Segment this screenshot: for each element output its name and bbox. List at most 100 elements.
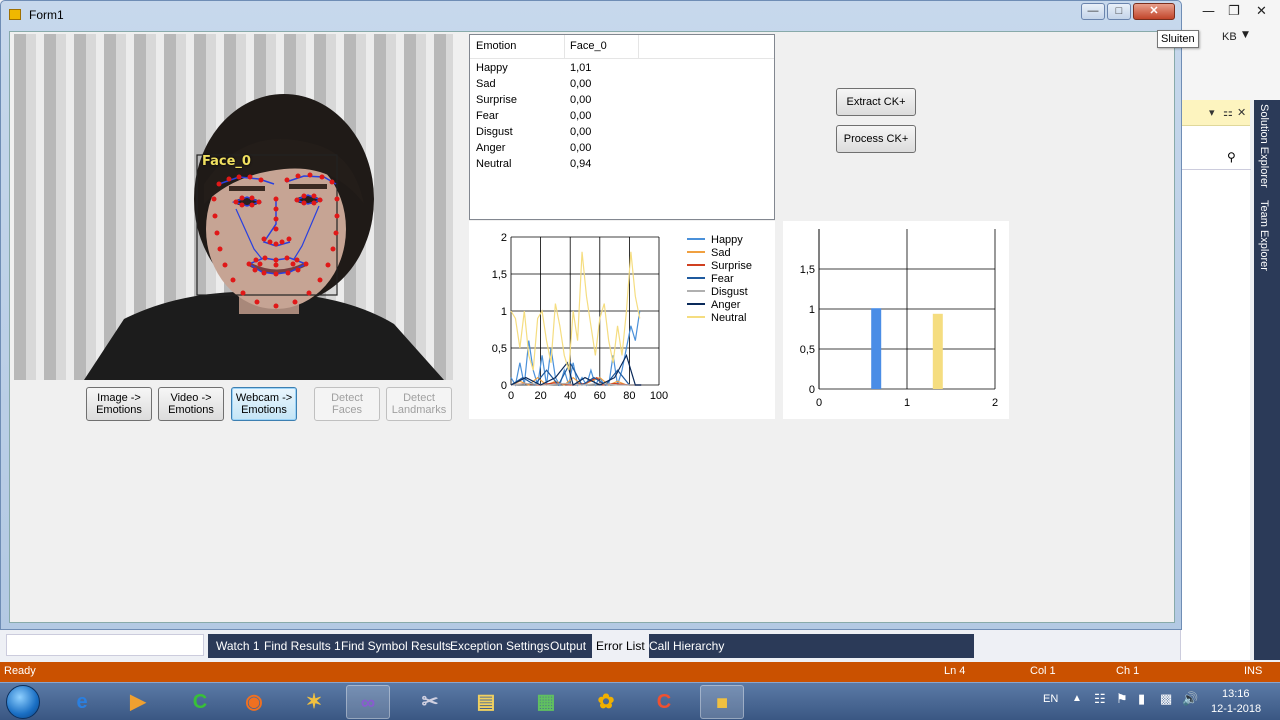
header-divider[interactable] (564, 35, 565, 59)
row-value: 0,00 (570, 126, 592, 138)
legend-label: Anger (711, 299, 741, 311)
form1-window: Form1 — □ ✕ Face_0 Image -> Emotions Vid… (0, 0, 1182, 630)
x-tick-label: 80 (623, 390, 635, 402)
side-tab-solution-explorer[interactable]: Solution Explorer (1258, 104, 1270, 188)
row-emotion: Anger (476, 142, 506, 154)
image-emotions-button[interactable]: Image -> Emotions (86, 387, 152, 421)
tab-output[interactable]: Output (546, 634, 590, 658)
form-title-bar[interactable]: Form1 — □ ✕ (1, 1, 1181, 29)
table-row[interactable]: Anger 0,00 (470, 141, 770, 157)
minimize-button[interactable]: — (1081, 3, 1105, 20)
extract-ck-button[interactable]: Extract CK+ (836, 88, 916, 116)
emotion-line-chart: 0 20 40 60 80 100 0 0,5 1 1,5 2 Happy Sad Surprise Fea… (469, 221, 775, 419)
vs-bottom-left-field[interactable] (6, 634, 204, 656)
pin-icon[interactable]: ⚏ (1223, 106, 1233, 119)
tab-error-list[interactable]: Error List (592, 634, 649, 658)
windows-taskbar: e ▶ C ◉ ✶ ∞ ✂ ▤ ▦ ✿ C ■ EN ▲ ☷ ⚑ ▮ ▩ 🔊 1… (0, 682, 1280, 720)
vs-close-icon[interactable]: ✕ (1256, 4, 1267, 19)
network-icon[interactable]: ☷ (1094, 691, 1106, 707)
form-app-taskbar-icon[interactable]: ■ (700, 685, 744, 719)
y-tick-label: 0,5 (800, 344, 815, 356)
table-row[interactable]: Happy 1,01 (470, 61, 770, 77)
panel-close-icon[interactable]: ✕ (1237, 106, 1246, 119)
camtasia-green-icon[interactable]: C (178, 685, 222, 719)
legend-label: Sad (711, 247, 731, 259)
spreadsheet-app-icon[interactable]: ▦ (524, 685, 568, 719)
vs-minimize-icon[interactable]: — (1202, 4, 1215, 19)
panel-dropdown-icon[interactable]: ▾ (1209, 106, 1215, 119)
signal-icon[interactable]: ▩ (1160, 691, 1172, 707)
tab-find-symbol-results[interactable]: Find Symbol Results (337, 634, 455, 658)
close-tooltip: Sluiten (1157, 30, 1199, 48)
process-ck-button[interactable]: Process CK+ (836, 125, 916, 153)
y-tick-label: 1,5 (492, 269, 507, 281)
y-tick-label: 2 (501, 232, 507, 244)
table-row[interactable]: Fear 0,00 (470, 109, 770, 125)
row-emotion: Surprise (476, 94, 517, 106)
volume-icon[interactable]: 🔊 (1182, 691, 1198, 707)
row-value: 0,00 (570, 110, 592, 122)
webcam-emotions-button[interactable]: Webcam -> Emotions (231, 387, 297, 421)
header-face-0[interactable]: Face_0 (570, 40, 607, 52)
status-col: Col 1 (1030, 665, 1056, 677)
detect-landmarks-button[interactable]: Detect Landmarks (386, 387, 452, 421)
y-tick-label: 1 (501, 306, 507, 318)
tab-call-hierarchy[interactable]: Call Hierarchy (645, 634, 728, 658)
file-explorer-icon[interactable]: ▤ (464, 685, 508, 719)
detect-faces-button[interactable]: Detect Faces (314, 387, 380, 421)
table-row[interactable]: Surprise 0,00 (470, 93, 770, 109)
table-row[interactable]: Sad 0,00 (470, 77, 770, 93)
row-emotion: Happy (476, 62, 508, 74)
video-emotions-button[interactable]: Video -> Emotions (158, 387, 224, 421)
flag-icon[interactable]: ⚑ (1116, 691, 1128, 707)
snipping-tool-icon[interactable]: ✂ (408, 685, 452, 719)
status-ch: Ch 1 (1116, 665, 1140, 677)
form-app-icon (9, 9, 21, 20)
emotion-bar-chart: 0 1 2 0 0,5 1 1,5 (783, 221, 1009, 419)
emotion-table[interactable]: Emotion Face_0 Happy 1,01 Sad 0,00 Surpr… (469, 34, 775, 220)
emotion-bar (871, 308, 882, 389)
header-divider[interactable] (638, 35, 639, 59)
table-row[interactable]: Neutral 0,94 (470, 157, 770, 173)
tab-find-results-1[interactable]: Find Results 1 (260, 634, 345, 658)
x-tick-label: 0 (508, 390, 514, 402)
search-icon: ⚲ (1227, 150, 1236, 164)
internet-explorer-icon[interactable]: e (60, 685, 104, 719)
start-button[interactable] (6, 685, 40, 719)
firefox-icon[interactable]: ◉ (232, 685, 276, 719)
header-emotion[interactable]: Emotion (476, 40, 516, 52)
row-emotion: Neutral (476, 158, 512, 170)
tab-exception-settings[interactable]: Exception Settings (446, 634, 553, 658)
row-emotion: Sad (476, 78, 496, 90)
x-tick-label: 1 (904, 397, 910, 409)
tab-watch-1[interactable]: Watch 1 (212, 634, 264, 658)
side-tab-team-explorer[interactable]: Team Explorer (1258, 200, 1270, 271)
camtasia-red-icon[interactable]: C (642, 685, 686, 719)
x-tick-label: 0 (816, 397, 822, 409)
panel-search-box[interactable]: ⚲ (1181, 146, 1251, 170)
user-dropdown-icon[interactable]: ▼ (1242, 30, 1249, 40)
panel-header: ▾ ⚏ ✕ (1181, 100, 1250, 126)
language-indicator[interactable]: EN (1043, 693, 1058, 705)
form-client-area: Face_0 Image -> Emotions Video -> Emotio… (9, 31, 1175, 623)
y-tick-label: 0 (809, 384, 815, 396)
line-chart-svg: 0 20 40 60 80 100 0 0,5 1 1,5 2 HappySadSurpriseFea… (492, 232, 752, 402)
clock-date[interactable]: 12-1-2018 (1211, 703, 1261, 715)
vs-bottom-tabs: Watch 1 Find Results 1 Find Symbol Resul… (208, 634, 974, 658)
tray-expand-icon[interactable]: ▲ (1072, 693, 1082, 704)
pineapple-app-icon[interactable]: ✿ (584, 685, 628, 719)
legend-label: Disgust (711, 286, 748, 298)
clock-time[interactable]: 13:16 (1222, 688, 1250, 700)
vs-restore-icon[interactable]: ❐ (1228, 4, 1240, 19)
media-player-icon[interactable]: ▶ (116, 685, 160, 719)
close-button[interactable]: ✕ (1133, 3, 1175, 20)
maximize-button[interactable]: □ (1107, 3, 1131, 20)
x-tick-label: 60 (594, 390, 606, 402)
visual-studio-icon[interactable]: ∞ (346, 685, 390, 719)
x-tick-label: 40 (564, 390, 576, 402)
series-line-fear (510, 361, 642, 387)
battery-icon[interactable]: ▮ (1138, 691, 1145, 707)
compass-app-icon[interactable]: ✶ (292, 685, 336, 719)
vs-user-initials[interactable]: KB (1222, 31, 1237, 43)
table-row[interactable]: Disgust 0,00 (470, 125, 770, 141)
